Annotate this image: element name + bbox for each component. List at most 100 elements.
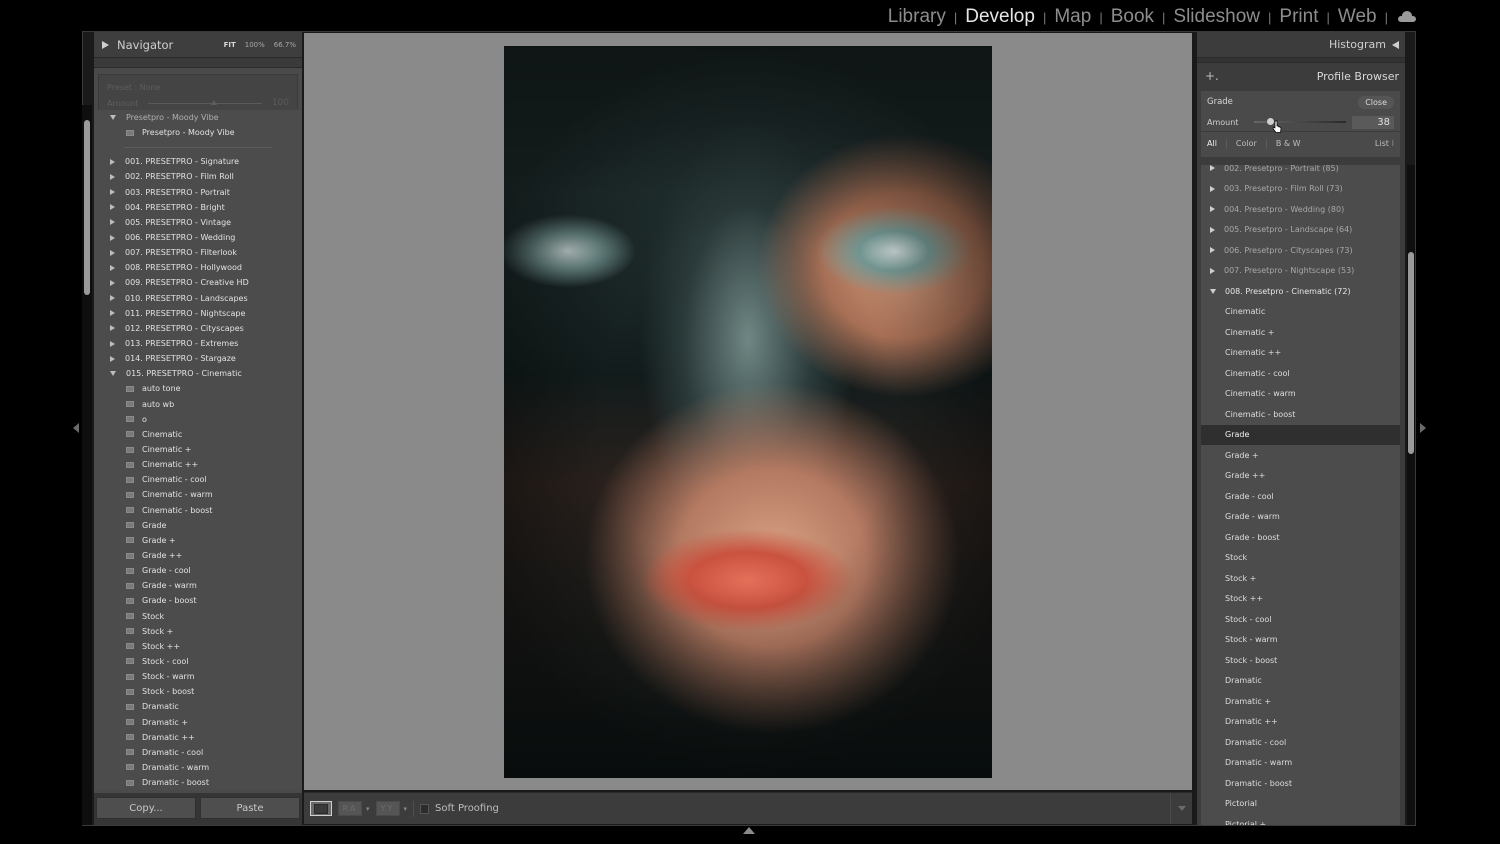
profile-item[interactable]: Grade ++	[1201, 466, 1400, 487]
profile-group[interactable]: 003. Presetpro - Film Roll (73)	[1201, 179, 1400, 200]
profile-item[interactable]: Grade - warm	[1201, 507, 1400, 528]
preset-item[interactable]: Cinematic - boost	[94, 503, 302, 518]
preset-item[interactable]: o	[94, 412, 302, 427]
profile-item[interactable]: Dramatic - warm	[1201, 753, 1400, 774]
add-profile-icon[interactable]: +.	[1205, 69, 1219, 83]
preset-item[interactable]: Stock - warm	[94, 669, 302, 684]
zoom-66[interactable]: 66.7%	[274, 41, 296, 49]
preset-item[interactable]: Dramatic - cool	[94, 745, 302, 760]
preset-group-moody[interactable]: Presetpro - Moody Vibe	[94, 110, 302, 125]
profile-item[interactable]: Grade	[1201, 424, 1400, 445]
profile-item[interactable]: Dramatic	[1201, 671, 1400, 692]
preset-item[interactable]: Cinematic ++	[94, 457, 302, 472]
left-panel-toggle-arrow[interactable]	[73, 423, 79, 433]
preset-item[interactable]: Cinematic	[94, 427, 302, 442]
profile-item[interactable]: Stock	[1201, 548, 1400, 569]
preset-group[interactable]: 006. PRESETPRO - Wedding	[94, 230, 302, 245]
module-slideshow[interactable]: Slideshow	[1173, 6, 1260, 28]
preset-item[interactable]: Cinematic - cool	[94, 472, 302, 487]
preset-amount-slider[interactable]	[148, 99, 262, 105]
preset-item[interactable]: Grade - warm	[94, 578, 302, 593]
preset-item[interactable]: Grade - cool	[94, 563, 302, 578]
photo-preview[interactable]	[504, 46, 992, 778]
compare-view-button[interactable]: RA	[338, 801, 362, 816]
preset-item[interactable]: Grade +	[94, 533, 302, 548]
preset-item[interactable]: Grade	[94, 518, 302, 533]
module-print[interactable]: Print	[1279, 6, 1318, 28]
preset-item[interactable]: Dramatic - boost	[94, 775, 302, 790]
preset-item[interactable]: Grade - boost	[94, 593, 302, 608]
profile-item[interactable]: Stock - cool	[1201, 609, 1400, 630]
tab-color[interactable]: Color	[1236, 139, 1257, 148]
profile-group[interactable]: 007. Presetpro - Nightscape (53)	[1201, 261, 1400, 282]
profile-item[interactable]: Cinematic - warm	[1201, 384, 1400, 405]
profile-item[interactable]: Stock +	[1201, 568, 1400, 589]
view-mode-select[interactable]: List ⁝	[1375, 139, 1394, 148]
module-develop[interactable]: Develop	[965, 6, 1035, 28]
preset-group[interactable]: 003. PRESETPRO - Portrait	[94, 185, 302, 200]
profile-amount-slider[interactable]	[1254, 118, 1346, 125]
preset-item[interactable]: Stock	[94, 609, 302, 624]
profile-group[interactable]: 002. Presetpro - Portrait (85)	[1201, 165, 1400, 179]
left-scrollbar-thumb[interactable]	[84, 120, 90, 295]
compare-dropdown-icon[interactable]: ▾	[366, 805, 370, 813]
preset-group[interactable]: 012. PRESETPRO - Cityscapes	[94, 321, 302, 336]
preset-group[interactable]: 013. PRESETPRO - Extremes	[94, 336, 302, 351]
preset-item[interactable]: Stock - boost	[94, 684, 302, 699]
profile-group[interactable]: 006. Presetpro - Cityscapes (73)	[1201, 240, 1400, 261]
profile-item[interactable]: Pictorial	[1201, 794, 1400, 815]
preset-group[interactable]: 004. PRESETPRO - Bright	[94, 200, 302, 215]
before-after-button[interactable]: YY	[375, 801, 400, 816]
copy-button[interactable]: Copy...	[96, 797, 196, 819]
profile-item[interactable]: Cinematic	[1201, 302, 1400, 323]
profile-item[interactable]: Grade - boost	[1201, 527, 1400, 548]
right-panel-toggle-arrow[interactable]	[1420, 423, 1426, 433]
filmstrip-toggle-arrow[interactable]	[743, 827, 755, 834]
profile-item[interactable]: Stock ++	[1201, 589, 1400, 610]
toolbar-content-menu-icon[interactable]	[1170, 793, 1192, 824]
profile-item[interactable]: Grade +	[1201, 445, 1400, 466]
profile-amount-value[interactable]: 38	[1352, 115, 1394, 129]
right-scrollbar-thumb[interactable]	[1408, 252, 1414, 454]
zoom-100[interactable]: 100%	[245, 41, 265, 49]
preset-item[interactable]: Dramatic - warm	[94, 760, 302, 775]
navigator-header[interactable]: Navigator FIT 100% 66.7%	[94, 32, 302, 58]
paste-button[interactable]: Paste	[200, 797, 300, 819]
tab-all[interactable]: All	[1207, 139, 1217, 148]
preset-item[interactable]: auto wb	[94, 397, 302, 412]
preset-item[interactable]: Stock ++	[94, 639, 302, 654]
module-book[interactable]: Book	[1111, 6, 1154, 28]
profile-item[interactable]: Dramatic +	[1201, 691, 1400, 712]
soft-proofing-checkbox[interactable]	[420, 803, 430, 814]
profile-item[interactable]: Cinematic - cool	[1201, 363, 1400, 384]
profile-group[interactable]: 008. Presetpro - Cinematic (72)	[1201, 281, 1400, 302]
close-button[interactable]: Close	[1358, 95, 1394, 109]
profile-item[interactable]: Cinematic +	[1201, 322, 1400, 343]
loupe-view-icon[interactable]	[310, 801, 332, 816]
image-canvas[interactable]	[304, 33, 1192, 790]
module-web[interactable]: Web	[1338, 6, 1377, 28]
profile-item[interactable]: Cinematic - boost	[1201, 404, 1400, 425]
preset-group[interactable]: 009. PRESETPRO - Creative HD	[94, 275, 302, 290]
profile-item[interactable]: Stock - warm	[1201, 630, 1400, 651]
cloud-icon[interactable]	[1398, 11, 1416, 22]
preset-item[interactable]: Cinematic +	[94, 442, 302, 457]
profile-item[interactable]: Pictorial +	[1201, 814, 1400, 825]
profile-item[interactable]: Dramatic ++	[1201, 712, 1400, 733]
profile-group[interactable]: 004. Presetpro - Wedding (80)	[1201, 199, 1400, 220]
preset-item[interactable]: Presetpro - Moody Vibe	[94, 125, 302, 140]
module-library[interactable]: Library	[888, 6, 946, 28]
profile-item[interactable]: Cinematic ++	[1201, 343, 1400, 364]
preset-item[interactable]: Dramatic	[94, 699, 302, 714]
tab-bw[interactable]: B & W	[1276, 139, 1301, 148]
preset-group[interactable]: 010. PRESETPRO - Landscapes	[94, 291, 302, 306]
preset-group[interactable]: 005. PRESETPRO - Vintage	[94, 215, 302, 230]
preset-group[interactable]: 011. PRESETPRO - Nightscape	[94, 306, 302, 321]
preset-group[interactable]: 008. PRESETPRO - Hollywood	[94, 260, 302, 275]
preset-group[interactable]: 015. PRESETPRO - Cinematic	[94, 366, 302, 381]
module-map[interactable]: Map	[1054, 6, 1091, 28]
preset-item[interactable]: Cinematic - warm	[94, 487, 302, 502]
profile-item[interactable]: Dramatic - boost	[1201, 773, 1400, 794]
slider-knob[interactable]	[210, 99, 217, 105]
preset-group[interactable]: 007. PRESETPRO - Filterlook	[94, 245, 302, 260]
